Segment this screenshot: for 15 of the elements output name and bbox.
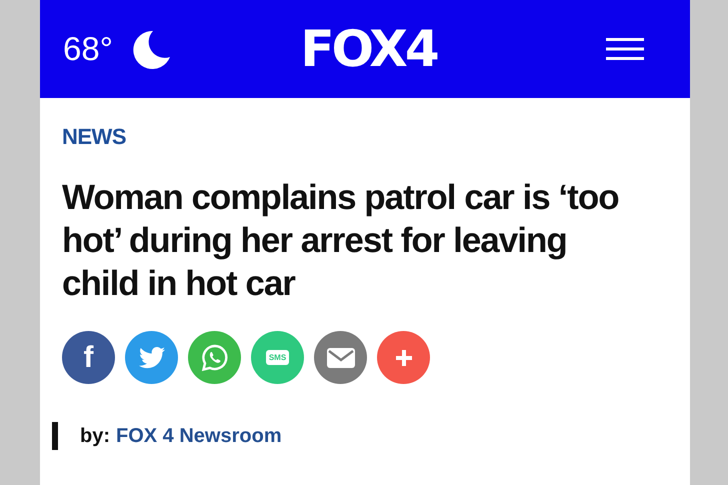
site-logo[interactable]: FOX4	[300, 24, 437, 74]
menu-icon	[606, 38, 644, 60]
share-button[interactable]	[125, 331, 178, 384]
byline-bar	[52, 422, 58, 450]
author-link[interactable]: FOX 4 Newsroom	[116, 424, 282, 448]
section-link[interactable]: NEWS	[62, 124, 126, 150]
temperature-text: 68°	[63, 30, 113, 68]
byline-label: by:	[80, 424, 110, 448]
envelope-icon	[326, 348, 354, 368]
plus-icon	[396, 350, 412, 366]
share-button[interactable]: f	[62, 331, 115, 384]
bird-icon	[138, 346, 164, 368]
moon-icon	[130, 29, 171, 69]
chat-phone-icon	[200, 344, 228, 372]
headline: Woman complains patrol car is ‘too hot’ during her arrest for leaving child in hot car	[62, 177, 620, 305]
